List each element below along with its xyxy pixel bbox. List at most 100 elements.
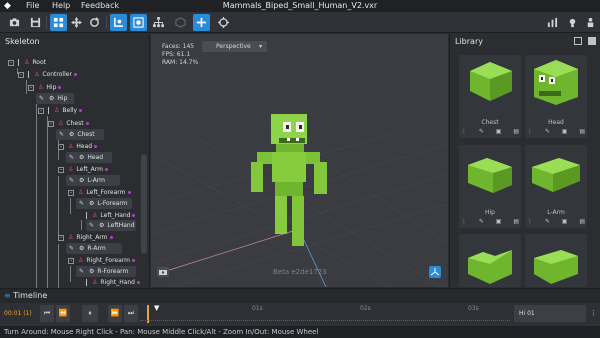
tree-node-left-arm[interactable]: – ♙ Left_Arm: [58, 164, 108, 175]
tree-node-right-forearm[interactable]: – ♙ Right_Forearm: [68, 255, 136, 266]
last-frame-button[interactable]: ⏭: [124, 305, 138, 322]
prev-frame-button[interactable]: ⏪: [56, 305, 70, 322]
hierarchy-icon[interactable]: [150, 14, 167, 31]
target-icon[interactable]: [215, 14, 232, 31]
more-icon[interactable]: ⋮: [527, 128, 533, 136]
part-chip-l-forearm[interactable]: ✎ ⚙ L-Forearm: [76, 198, 132, 209]
tree-node-controller[interactable]: – ♙ Controller: [18, 69, 77, 80]
pencil-icon: ✎: [39, 95, 45, 102]
move-icon[interactable]: [68, 14, 85, 31]
part-label: Hip: [57, 95, 68, 102]
more-icon[interactable]: ⋮: [527, 218, 533, 226]
first-frame-button[interactable]: ⏮: [40, 305, 54, 322]
part-chip-lefthand[interactable]: ✎ ⚙ LeftHand: [86, 220, 136, 231]
tick-label: 03s: [468, 305, 479, 312]
bone-icon: ♙: [92, 212, 98, 219]
library-panel: Library Chest ⋮ ✎ ▣ ▤ Head ⋮ ✎ ▣ ▤ Hip ⋮ ✎ ▣ ▤ L-…: [449, 34, 600, 287]
select-icon[interactable]: [50, 14, 67, 31]
card-actions: ⋮ ✎ ▣ ▤: [527, 218, 585, 226]
copy-icon[interactable]: ▣: [562, 218, 568, 226]
projection-dropdown[interactable]: Perspective ▾: [202, 41, 267, 52]
node-label: Chest: [66, 120, 84, 127]
add-icon[interactable]: [193, 14, 210, 31]
bone-icon: ♙: [92, 279, 98, 286]
part-chip-l-arm[interactable]: ✎ ⚙ L-Arm: [66, 175, 120, 186]
tree-node-hip[interactable]: – ♙ Hip: [28, 82, 62, 93]
chart-icon[interactable]: [544, 14, 561, 31]
gear-icon: ⚙: [69, 131, 75, 138]
bone-icon: ♙: [54, 107, 60, 114]
gear-icon: ⚙: [49, 95, 55, 102]
rotate-icon[interactable]: [86, 14, 103, 31]
skeleton-panel: Skeleton – ♙ Root – ♙ Controller – ♙ Hip ✎ ⚙ Hip…: [0, 34, 150, 306]
part-chip-head[interactable]: ✎ ⚙ Head: [66, 152, 112, 163]
tree-node-right-hand[interactable]: ♙ Right_Hand: [86, 277, 140, 288]
more-icon[interactable]: ⋮: [461, 218, 467, 226]
pencil-icon[interactable]: ✎: [545, 218, 550, 226]
copy-icon[interactable]: ▣: [496, 218, 502, 226]
pencil-icon[interactable]: ✎: [479, 218, 484, 226]
part-chip-r-forearm[interactable]: ✎ ⚙ R-Forearm: [76, 266, 136, 277]
bones-icon[interactable]: [110, 14, 127, 31]
node-label: Root: [32, 59, 46, 66]
ram-readout: RAM: 14.7%: [162, 59, 199, 66]
screenshot-camera-icon[interactable]: [157, 267, 169, 277]
library-card-6[interactable]: [525, 234, 587, 287]
library-card-chest[interactable]: Chest ⋮ ✎ ▣ ▤: [459, 55, 521, 138]
grid-view-icon[interactable]: [588, 37, 596, 45]
part-label: Chest: [77, 131, 95, 138]
list-view-icon[interactable]: [574, 37, 582, 45]
skeleton-scrollbar[interactable]: [141, 154, 147, 254]
pause-button[interactable]: ⏸: [82, 305, 98, 322]
bone-icon: ♙: [34, 71, 40, 78]
library-card-5[interactable]: [459, 234, 521, 287]
node-label: Right_Hand: [100, 279, 135, 286]
pencil-icon[interactable]: ✎: [479, 128, 484, 136]
delete-icon[interactable]: ▤: [579, 218, 585, 226]
status-bar: Turn Around: Mouse Right Click - Pan: Mo…: [0, 326, 600, 338]
person-icon[interactable]: [582, 14, 599, 31]
tree-node-root[interactable]: – ♙ Root: [8, 57, 46, 68]
delete-icon[interactable]: ▤: [579, 128, 585, 136]
delete-icon[interactable]: ▤: [513, 128, 519, 136]
bone-edit-icon[interactable]: [130, 14, 147, 31]
timeline-header: ≡ Timeline: [4, 291, 47, 300]
library-card-head[interactable]: Head ⋮ ✎ ▣ ▤: [525, 55, 587, 138]
part-thumbnail: [534, 250, 578, 284]
tree-node-belly[interactable]: – ♙ Belly: [38, 105, 83, 116]
part-chip-hip[interactable]: ✎ ⚙ Hip: [36, 93, 74, 104]
gear-icon: ⚙: [99, 222, 105, 229]
tree-node-head[interactable]: – ♙ Head: [58, 141, 98, 152]
fps-readout: FPS: 61.1: [162, 51, 191, 58]
camera-icon[interactable]: [6, 14, 23, 31]
copy-icon[interactable]: ▣: [496, 128, 502, 136]
animation-clip-select[interactable]: Hi 01: [514, 305, 586, 322]
cube-icon[interactable]: [172, 14, 189, 31]
next-frame-button[interactable]: ⏩: [108, 305, 122, 322]
more-icon[interactable]: ⋮: [461, 128, 467, 136]
card-actions: ⋮ ✎ ▣ ▤: [461, 128, 519, 136]
light-icon[interactable]: [564, 14, 581, 31]
part-label: L-Forearm: [97, 200, 128, 207]
pencil-icon: ✎: [69, 154, 75, 161]
card-label: Chest: [481, 119, 499, 126]
voxel-character: [251, 114, 327, 246]
part-chip-r-arm[interactable]: ✎ ⚙ R-Arm: [66, 243, 122, 254]
tree-node-left-forearm[interactable]: – ♙ Left_Forearm: [68, 187, 131, 198]
library-card-l-arm[interactable]: L-Arm ⋮ ✎ ▣ ▤: [525, 145, 587, 228]
pencil-icon[interactable]: ✎: [545, 128, 550, 136]
part-label: L-Arm: [87, 177, 106, 184]
copy-icon[interactable]: ▣: [562, 128, 568, 136]
tree-node-right-arm[interactable]: – ♙ Right_Arm: [58, 232, 113, 243]
axis-gizmo-icon[interactable]: [429, 266, 441, 278]
save-icon[interactable]: [27, 14, 44, 31]
part-chip-chest[interactable]: ✎ ⚙ Chest: [56, 129, 104, 140]
library-card-hip[interactable]: Hip ⋮ ✎ ▣ ▤: [459, 145, 521, 228]
keyframe-marker-icon[interactable]: ▼: [154, 304, 159, 312]
3d-viewport[interactable]: Faces: 145 FPS: 61.1 RAM: 14.7% Perspect…: [151, 34, 448, 287]
card-label: Head: [548, 119, 564, 126]
tree-node-chest[interactable]: – ♙ Chest: [48, 118, 89, 129]
more-icon[interactable]: ⋮: [590, 309, 597, 317]
delete-icon[interactable]: ▤: [513, 218, 519, 226]
projection-label: Perspective: [216, 43, 251, 50]
